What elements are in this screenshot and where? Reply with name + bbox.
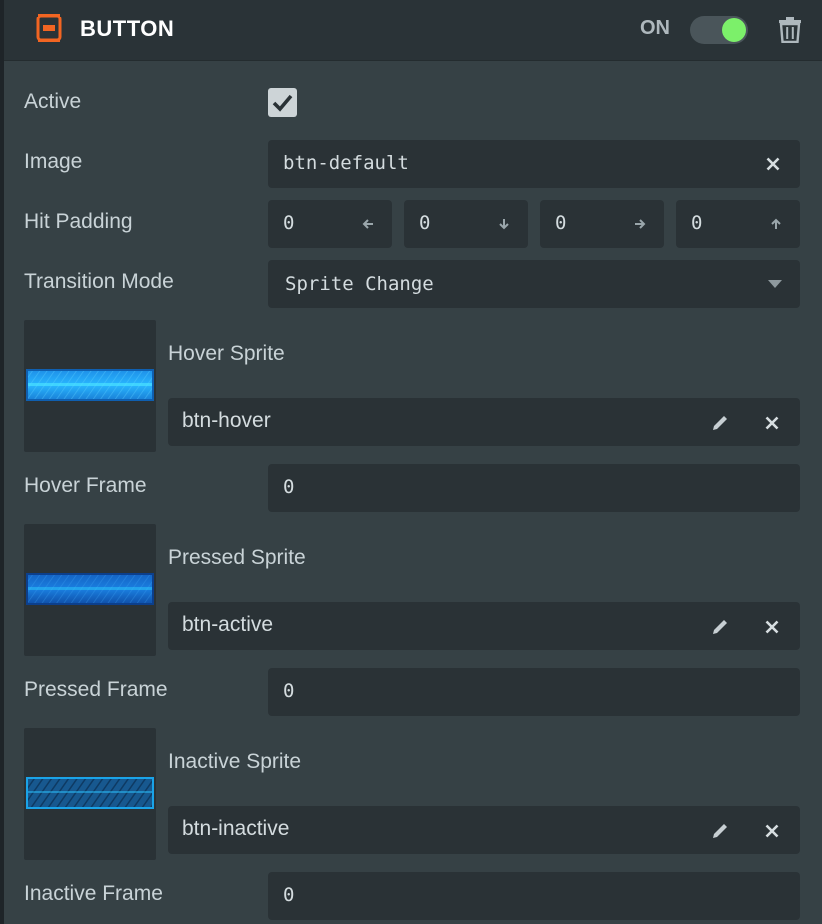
hit-padding-right-value: 0 bbox=[555, 212, 567, 234]
close-icon[interactable] bbox=[765, 824, 779, 838]
close-icon[interactable] bbox=[765, 416, 779, 430]
pressed-sprite-preview[interactable] bbox=[24, 524, 156, 656]
hover-sprite-label: Hover Sprite bbox=[168, 342, 285, 365]
pressed-frame-input[interactable]: 0 bbox=[268, 668, 800, 716]
hover-sprite-field[interactable]: btn-hover bbox=[168, 398, 800, 446]
close-icon[interactable] bbox=[766, 157, 780, 171]
hover-sprite-preview[interactable] bbox=[24, 320, 156, 452]
pressed-frame-value: 0 bbox=[283, 680, 295, 702]
hit-padding-top-input[interactable]: 0 bbox=[676, 200, 800, 248]
hit-padding-left-input[interactable]: 0 bbox=[268, 200, 392, 248]
chevron-down-icon bbox=[768, 280, 782, 288]
toggle-knob bbox=[722, 18, 746, 42]
active-checkbox[interactable] bbox=[268, 88, 297, 117]
arrow-up-icon bbox=[771, 218, 781, 229]
inactive-sprite-thumbnail bbox=[26, 777, 154, 809]
pressed-sprite-field[interactable]: btn-active bbox=[168, 602, 800, 650]
inactive-sprite-value: btn-inactive bbox=[182, 817, 290, 840]
arrow-right-icon bbox=[635, 219, 646, 229]
hit-padding-left-value: 0 bbox=[283, 212, 295, 234]
hover-frame-input[interactable]: 0 bbox=[268, 464, 800, 512]
pencil-icon[interactable] bbox=[710, 821, 730, 841]
close-icon[interactable] bbox=[765, 620, 779, 634]
enable-toggle[interactable] bbox=[690, 16, 748, 44]
hit-padding-label: Hit Padding bbox=[24, 210, 133, 233]
trash-icon[interactable] bbox=[778, 17, 802, 43]
image-field[interactable]: btn-default bbox=[268, 140, 800, 188]
transition-mode-value: Sprite Change bbox=[285, 273, 434, 295]
hover-sprite-value: btn-hover bbox=[182, 409, 271, 432]
button-component-icon bbox=[35, 13, 63, 42]
button-component-panel: BUTTON ON Active Image btn-default Hit P… bbox=[4, 0, 822, 924]
check-icon bbox=[272, 94, 293, 112]
hit-padding-bottom-input[interactable]: 0 bbox=[404, 200, 528, 248]
inactive-frame-input[interactable]: 0 bbox=[268, 872, 800, 920]
inactive-sprite-preview[interactable] bbox=[24, 728, 156, 860]
inactive-frame-label: Inactive Frame bbox=[24, 882, 163, 905]
inactive-sprite-label: Inactive Sprite bbox=[168, 750, 302, 773]
toggle-label: ON bbox=[640, 17, 670, 39]
hover-frame-value: 0 bbox=[283, 476, 295, 498]
pressed-frame-label: Pressed Frame bbox=[24, 678, 168, 701]
pencil-icon[interactable] bbox=[710, 413, 730, 433]
transition-mode-label: Transition Mode bbox=[24, 270, 174, 293]
arrow-down-icon bbox=[499, 219, 509, 230]
pressed-sprite-thumbnail bbox=[26, 573, 154, 605]
pressed-sprite-label: Pressed Sprite bbox=[168, 546, 306, 569]
component-title: BUTTON bbox=[80, 16, 175, 41]
hover-frame-label: Hover Frame bbox=[24, 474, 147, 497]
hit-padding-top-value: 0 bbox=[691, 212, 703, 234]
active-label: Active bbox=[24, 90, 82, 113]
inactive-frame-value: 0 bbox=[283, 884, 295, 906]
pencil-icon[interactable] bbox=[710, 617, 730, 637]
component-header: BUTTON ON bbox=[4, 0, 822, 61]
transition-mode-select[interactable]: Sprite Change bbox=[268, 260, 800, 308]
hit-padding-bottom-value: 0 bbox=[419, 212, 431, 234]
pressed-sprite-value: btn-active bbox=[182, 613, 274, 636]
image-label: Image bbox=[24, 150, 83, 173]
hover-sprite-thumbnail bbox=[26, 369, 154, 401]
hit-padding-right-input[interactable]: 0 bbox=[540, 200, 664, 248]
arrow-left-icon bbox=[362, 219, 373, 229]
inactive-sprite-field[interactable]: btn-inactive bbox=[168, 806, 800, 854]
image-value: btn-default bbox=[283, 152, 409, 174]
